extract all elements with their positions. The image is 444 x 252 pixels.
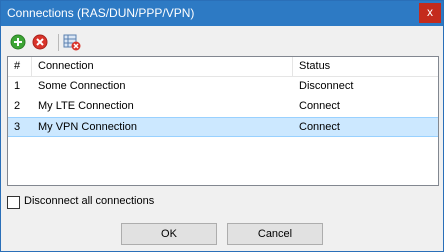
connections-list[interactable]: # Connection Status 1 Some Connection Di… xyxy=(7,56,439,186)
close-button[interactable]: x xyxy=(419,3,441,23)
row-status: Connect xyxy=(299,121,340,133)
add-icon xyxy=(10,34,26,50)
row-number: 1 xyxy=(14,80,21,92)
row-connection-name: Some Connection xyxy=(38,80,126,92)
table-row[interactable]: 1 Some Connection Disconnect xyxy=(8,76,438,96)
column-header-status[interactable]: Status xyxy=(293,57,438,76)
row-connection-name: My LTE Connection xyxy=(38,100,134,112)
disconnect-all-checkbox[interactable] xyxy=(7,196,20,209)
toolbar xyxy=(9,33,109,53)
column-header-connection[interactable]: Connection xyxy=(32,57,293,76)
add-connection-button[interactable] xyxy=(9,33,27,51)
row-status: Disconnect xyxy=(299,80,354,92)
ok-button[interactable]: OK xyxy=(121,223,217,245)
window-title: Connections (RAS/DUN/PPP/VPN) xyxy=(7,6,195,20)
connections-dialog: Connections (RAS/DUN/PPP/VPN) x # Connec… xyxy=(0,0,444,252)
column-header-number[interactable]: # xyxy=(8,57,32,76)
table-row-selected[interactable]: 3 My VPN Connection Connect xyxy=(8,117,438,137)
title-bar[interactable]: Connections (RAS/DUN/PPP/VPN) x xyxy=(1,1,443,26)
remove-icon xyxy=(32,34,48,50)
remove-connection-button[interactable] xyxy=(31,33,49,51)
row-number: 2 xyxy=(14,100,21,112)
disconnect-all-toolbar-button[interactable] xyxy=(63,33,81,51)
cancel-button[interactable]: Cancel xyxy=(227,223,323,245)
row-status: Connect xyxy=(299,100,340,112)
toolbar-separator xyxy=(58,34,59,51)
close-icon: x xyxy=(427,5,433,19)
disconnect-all-option[interactable]: Disconnect all connections xyxy=(7,195,207,210)
row-number: 3 xyxy=(14,121,21,133)
row-connection-name: My VPN Connection xyxy=(38,121,138,133)
table-row[interactable]: 2 My LTE Connection Connect xyxy=(8,96,438,116)
disconnect-all-label[interactable]: Disconnect all connections xyxy=(24,195,154,207)
disconnect-table-icon xyxy=(63,34,81,51)
list-header: # Connection Status xyxy=(8,57,438,77)
